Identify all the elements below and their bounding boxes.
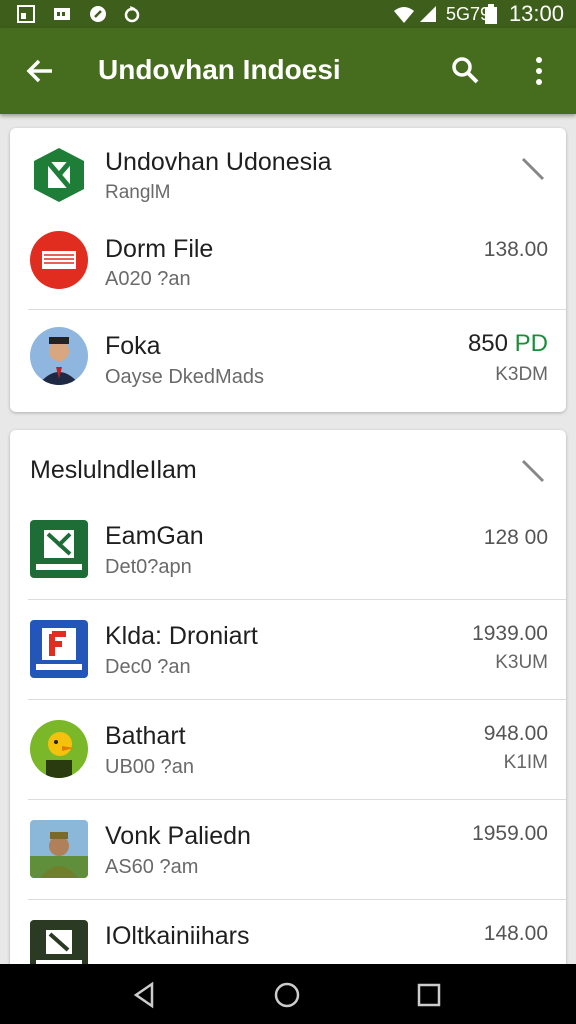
- item-sub: AS60 ?am: [105, 856, 199, 878]
- item-avatar: [30, 327, 88, 385]
- item-amount: 850 PD: [468, 330, 548, 358]
- item-name: Foka: [105, 332, 161, 360]
- screenshot-icon: [17, 5, 35, 23]
- person-photo-icon: [30, 832, 88, 878]
- battery-icon: [485, 4, 497, 24]
- item-amount: 148.00: [483, 922, 548, 945]
- item-name: Bathart: [105, 722, 186, 750]
- section-card: MeslulndleIlam EamGan Det0?apn 128 00 Kl…: [10, 430, 566, 990]
- flag-icon: [36, 628, 82, 670]
- card-header-row[interactable]: Undovhan Udonesia RanglM: [10, 128, 566, 220]
- list-item[interactable]: Klda: Droniart Dec0 ?an 1939.00 K3UM: [10, 600, 566, 700]
- item-icon: [30, 820, 88, 878]
- signal-icon: [420, 6, 436, 22]
- collapse-icon[interactable]: [520, 458, 546, 484]
- page-title: Undovhan Indoesi: [98, 54, 341, 85]
- item-amount: 948.00: [483, 722, 548, 745]
- more-vert-icon[interactable]: [528, 55, 550, 87]
- item-name: Klda: Droniart: [105, 622, 258, 650]
- sync-icon: [124, 6, 140, 23]
- back-triangle-icon[interactable]: [130, 980, 160, 1010]
- item-avatar: [30, 720, 88, 778]
- item-sub: A020 ?an: [105, 268, 191, 290]
- item-amount-secondary: K3DM: [495, 364, 548, 385]
- sd-card-icon: [54, 8, 70, 20]
- recents-square-icon[interactable]: [414, 980, 444, 1010]
- header-name: Undovhan Udonesia: [105, 148, 332, 176]
- amount-suffix: PD: [514, 330, 548, 357]
- status-time: 13:00: [508, 1, 564, 26]
- amount-value: 850: [467, 330, 508, 357]
- item-amount: 1939.00: [472, 622, 548, 645]
- data-saver-icon: [90, 6, 106, 22]
- item-icon: [30, 620, 88, 678]
- section-title: MeslulndleIlam: [30, 456, 197, 484]
- mascot-icon: [46, 732, 74, 778]
- list-item[interactable]: Bathart UB00 ?an 948.00 K1IM: [10, 700, 566, 800]
- app-logo-icon: [34, 148, 84, 202]
- item-amount: 128 00: [483, 526, 548, 549]
- item-name: Vonk Paliedn: [105, 822, 251, 850]
- list-item[interactable]: Dorm File A020 ?an 138.00: [10, 220, 566, 310]
- item-icon: [30, 520, 88, 578]
- list-item[interactable]: Foka Oayse DkedMads 850 PD K3DM: [10, 310, 566, 410]
- item-sub: Oayse DkedMads: [105, 366, 264, 388]
- app-bar: Undovhan Indoesi: [0, 28, 576, 114]
- item-name: IOltkainiihars: [105, 922, 250, 950]
- item-amount: 138.00: [483, 238, 548, 261]
- status-bar: 5G79 13:00: [0, 0, 576, 28]
- system-nav-bar: [0, 964, 576, 1024]
- search-icon[interactable]: [450, 55, 480, 85]
- flag-icon: [36, 530, 82, 570]
- wifi-icon: [394, 7, 414, 23]
- person-photo-icon: [38, 337, 80, 385]
- item-amount-secondary: K1IM: [503, 752, 548, 773]
- item-name: EamGan: [105, 522, 204, 550]
- item-amount-secondary: K3UM: [495, 652, 548, 673]
- item-name: Dorm File: [105, 235, 214, 263]
- item-amount: 1959.00: [472, 822, 548, 845]
- back-arrow-icon[interactable]: [24, 55, 56, 87]
- account-card: Undovhan Udonesia RanglM Dorm File A020 …: [10, 128, 566, 412]
- item-avatar: [30, 231, 88, 289]
- item-sub: Det0?apn: [105, 556, 192, 578]
- home-circle-icon[interactable]: [272, 980, 302, 1010]
- list-item[interactable]: EamGan Det0?apn 128 00: [10, 500, 566, 600]
- item-sub: UB00 ?an: [105, 756, 194, 778]
- collapse-icon[interactable]: [520, 156, 546, 182]
- item-sub: Dec0 ?an: [105, 656, 191, 678]
- folder-icon: [42, 251, 76, 269]
- header-sub: RanglM: [105, 182, 171, 203]
- list-item[interactable]: Vonk Paliedn AS60 ?am 1959.00: [10, 800, 566, 900]
